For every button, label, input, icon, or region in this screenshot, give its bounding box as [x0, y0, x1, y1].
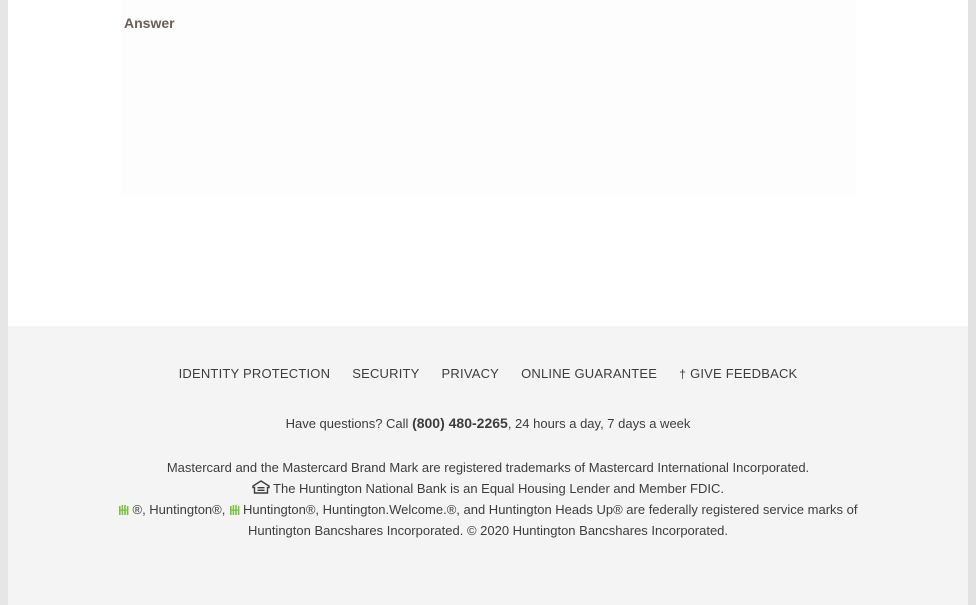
service-marks-part2: Huntington®, Huntington.Welcome.®, and H… — [242, 502, 858, 517]
footer: IDENTITY PROTECTION SECURITY PRIVACY ONL… — [8, 326, 968, 605]
footer-link-privacy[interactable]: PRIVACY — [431, 366, 511, 381]
legal-text: Mastercard and the Mastercard Brand Mark… — [8, 457, 968, 541]
footer-nav: IDENTITY PROTECTION SECURITY PRIVACY ONL… — [8, 366, 968, 381]
answer-panel — [122, 0, 856, 195]
phone-number-link[interactable]: (800) 480-2265 — [412, 415, 508, 431]
footer-link-identity-protection[interactable]: IDENTITY PROTECTION — [168, 366, 342, 381]
footer-link-security[interactable]: SECURITY — [341, 366, 430, 381]
service-marks-line: ®, Huntington®, Huntington®, Huntington.… — [8, 499, 968, 520]
equal-housing-icon — [252, 479, 270, 494]
equal-housing-notice-line: The Huntington National Bank is an Equal… — [8, 478, 968, 499]
service-marks-part1: ®, Huntington®, — [132, 502, 229, 517]
footer-link-online-guarantee[interactable]: ONLINE GUARANTEE — [510, 366, 668, 381]
contact-suffix: , 24 hours a day, 7 days a week — [507, 416, 691, 431]
copyright-notice: Huntington Bancshares Incorporated. © 20… — [247, 523, 729, 538]
contact-prefix: Have questions? Call — [285, 416, 413, 431]
contact-line: Have questions? Call (800) 480-2265, 24 … — [8, 415, 968, 431]
huntington-logo-icon — [118, 501, 130, 515]
equal-housing-notice: The Huntington National Bank is an Equal… — [273, 481, 724, 496]
answer-heading: Answer — [124, 15, 175, 31]
scrollbar-track[interactable] — [968, 0, 976, 605]
huntington-logo-icon — [229, 501, 241, 515]
mastercard-notice: Mastercard and the Mastercard Brand Mark… — [166, 460, 810, 475]
feedback-icon: † — [679, 367, 687, 381]
page: Answer IDENTITY PROTECTION SECURITY PRIV… — [8, 0, 968, 605]
footer-link-give-feedback[interactable]: † GIVE FEEDBACK — [668, 366, 808, 381]
give-feedback-label: GIVE FEEDBACK — [690, 366, 798, 381]
